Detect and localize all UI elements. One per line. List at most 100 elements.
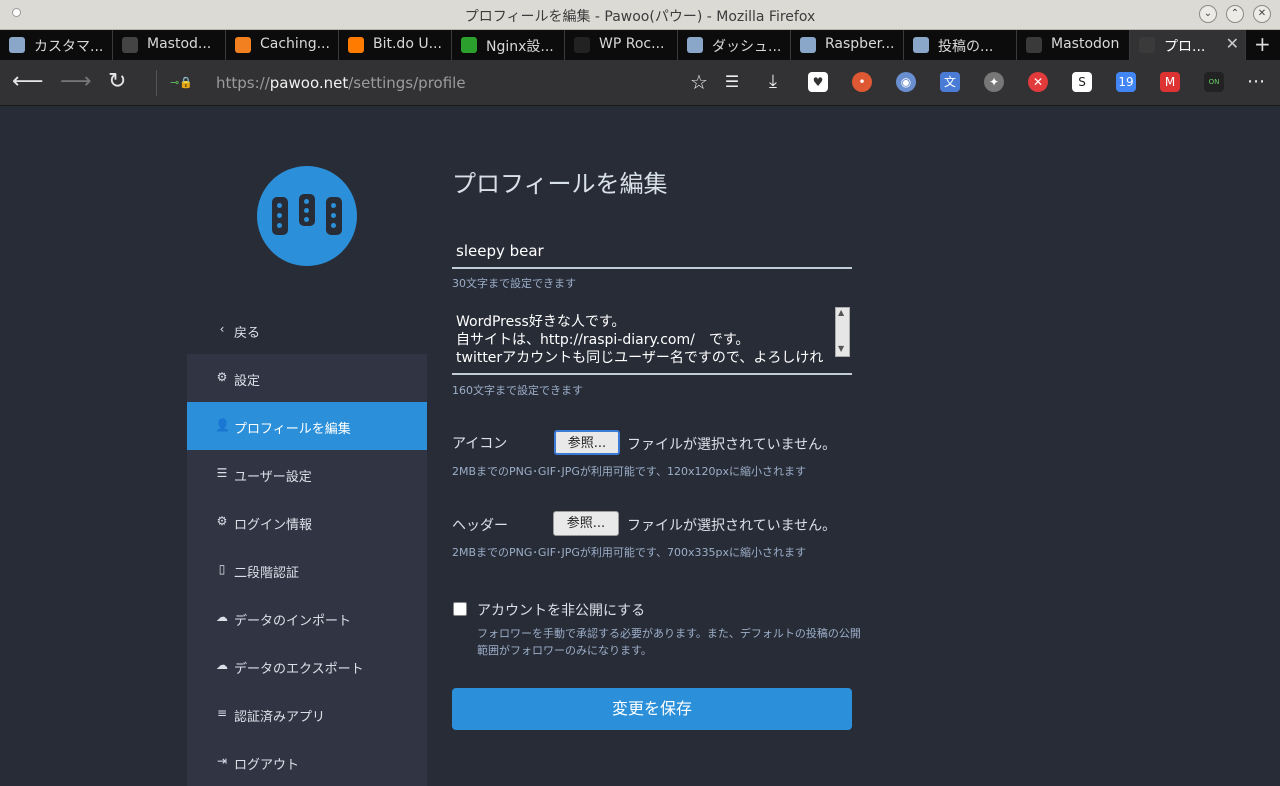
reload-icon[interactable]: ↻	[108, 70, 126, 94]
mastodon-icon	[1026, 37, 1042, 53]
forward-icon[interactable]: ⟶	[60, 70, 92, 94]
sidebar-item-0[interactable]: ⚙ 設定	[187, 354, 427, 402]
tab-1[interactable]: Mastod...	[113, 30, 226, 60]
maximize-icon[interactable]: ⌃	[1226, 5, 1244, 23]
tab-label: プロ...	[1164, 39, 1206, 55]
sidebar-item-3[interactable]: ⚙ ログイン情報	[187, 498, 427, 546]
sidebar-item-label: データのインポート	[234, 614, 352, 629]
chevron-left-icon: ‹	[219, 322, 225, 336]
cloud-upload-icon: ☁	[216, 610, 228, 624]
calendar-icon[interactable]: 19	[1116, 72, 1136, 92]
avatar-label: アイコン	[452, 436, 508, 452]
pocket-icon[interactable]: ♥	[808, 72, 828, 92]
tab-label: 投稿の...	[938, 39, 994, 55]
url-bar[interactable]: https://pawoo.net/settings/profile	[216, 74, 466, 92]
scroll-up-icon[interactable]: ▲	[838, 308, 844, 317]
sidebar-item-6[interactable]: ☁ データのエクスポート	[187, 642, 427, 690]
tab-2[interactable]: Caching...	[226, 30, 339, 60]
gear-icon: ⚙	[216, 370, 228, 384]
tab-label: カスタマ...	[34, 39, 104, 55]
save-button[interactable]: 変更を保存	[452, 688, 852, 730]
pawoo-logo[interactable]	[257, 166, 357, 266]
reader-list-icon[interactable]: ☰	[722, 72, 742, 92]
sidebar-item-5[interactable]: ☁ データのインポート	[187, 594, 427, 642]
image-icon	[800, 37, 816, 53]
bitdo-icon	[348, 37, 364, 53]
minimize-icon[interactable]: ⌄	[1199, 5, 1217, 23]
menu-more-icon[interactable]: ⋯	[1246, 72, 1266, 92]
sidebar-item-1[interactable]: 👤 プロフィールを編集	[187, 402, 427, 450]
header-hint: 2MBまでのPNG･GIF･JPGが利用可能です、700x335pxに縮小されま…	[452, 546, 807, 559]
header-browse-button[interactable]: 参照...	[553, 511, 619, 536]
url-prefix: https://	[216, 74, 270, 92]
locked-hint-line1: フォロワーを手動で承認する必要があります。また、デフォルトの投稿の公開	[477, 627, 861, 640]
sidebar-item-label: 認証済みアプリ	[234, 710, 326, 725]
github-icon	[122, 37, 138, 53]
display-name-input[interactable]: sleepy bear	[452, 234, 852, 269]
gmail-icon[interactable]: M	[1160, 72, 1180, 92]
url-path: /settings/profile	[348, 74, 466, 92]
header-label: ヘッダー	[452, 518, 508, 534]
sidebar-item-label: ログイン情報	[234, 518, 313, 533]
tab-10[interactable]: プロ... ✕	[1130, 30, 1246, 60]
tab-0[interactable]: カスタマ...	[0, 30, 113, 60]
tab-5[interactable]: WP Roc...	[565, 30, 678, 60]
wprocket-icon	[574, 37, 590, 53]
back-link[interactable]: ‹ 戻る	[187, 306, 427, 354]
extension-s-icon[interactable]: S	[1072, 72, 1092, 92]
locked-checkbox[interactable]	[453, 602, 467, 616]
sidebar-item-7[interactable]: ≡ 認証済みアプリ	[187, 690, 427, 738]
tab-label: Mastodon	[1051, 36, 1120, 52]
sidebar-item-2[interactable]: ☰ ユーザー設定	[187, 450, 427, 498]
extension-green-icon[interactable]: ON	[1204, 72, 1224, 92]
tab-label: Caching...	[260, 36, 330, 52]
page-title: プロフィールを編集	[452, 170, 668, 198]
tab-label: Mastod...	[147, 36, 212, 52]
sidebar-item-label: 二段階認証	[234, 566, 300, 581]
sidebar-item-8[interactable]: ⇥ ログアウト	[187, 738, 427, 786]
translate-icon[interactable]: 文	[940, 72, 960, 92]
duckduckgo-icon[interactable]: •	[852, 72, 872, 92]
tab-8[interactable]: 投稿の...	[904, 30, 1017, 60]
back-icon[interactable]: ⟵	[12, 70, 44, 94]
avatar-file-status: ファイルが選択されていません。	[627, 437, 837, 453]
new-tab-icon[interactable]: +	[1254, 32, 1271, 56]
sliders-icon: ☰	[216, 466, 228, 480]
tab-6[interactable]: ダッシュ...	[678, 30, 791, 60]
header-file-status: ファイルが選択されていません。	[627, 518, 837, 534]
bookmark-star-icon[interactable]: ☆	[689, 72, 709, 92]
avatar-browse-button[interactable]: 参照...	[554, 430, 620, 455]
download-icon[interactable]: ⤓	[763, 72, 783, 92]
mobile-icon: ▯	[218, 562, 226, 576]
image-icon	[687, 37, 703, 53]
window-title: プロフィールを編集 - Pawoo(パウー) - Mozilla Firefox	[464, 9, 816, 25]
extension-block-icon[interactable]: ✕	[1028, 72, 1048, 92]
scroll-down-icon[interactable]: ▼	[838, 344, 844, 353]
sidebar-item-label: プロフィールを編集	[234, 422, 351, 437]
tab-label: ダッシュ...	[712, 39, 782, 55]
lock-icon[interactable]: ⊸🔒	[170, 76, 193, 89]
close-tab-icon[interactable]: ✕	[1226, 34, 1239, 53]
cloudflare-icon	[235, 37, 251, 53]
extension-globe-icon[interactable]: ◉	[896, 72, 916, 92]
bio-textarea[interactable]: WordPress好きな人です。 自サイトは、http://raspi-diar…	[452, 305, 852, 375]
gear-icon: ⚙	[216, 514, 228, 528]
tab-3[interactable]: Bit.do U...	[339, 30, 452, 60]
back-link-label: 戻る	[234, 326, 261, 341]
extension-bulb-icon[interactable]: ✦	[984, 72, 1004, 92]
sidebar-item-label: ログアウト	[234, 758, 300, 773]
close-window-icon[interactable]: ✕	[1253, 5, 1271, 23]
tab-label: Bit.do U...	[373, 36, 442, 52]
locked-label[interactable]: アカウントを非公開にする	[477, 600, 645, 620]
tab-4[interactable]: Nginx設...	[452, 30, 565, 60]
sidebar-item-4[interactable]: ▯ 二段階認証	[187, 546, 427, 594]
tab-label: Nginx設...	[486, 39, 554, 55]
avatar-hint: 2MBまでのPNG･GIF･JPGが利用可能です、120x120pxに縮小されま…	[452, 465, 807, 478]
tab-7[interactable]: Raspber...	[791, 30, 904, 60]
bio-scrollbar[interactable]: ▲ ▼	[835, 307, 850, 357]
pawoo-icon	[1139, 37, 1155, 53]
tab-9[interactable]: Mastodon	[1017, 30, 1130, 60]
tab-strip: カスタマ... Mastod... Caching... Bit.do U... Ngi…	[0, 30, 1280, 60]
sidebar-item-label: 設定	[234, 374, 261, 389]
nginx-icon	[461, 37, 477, 53]
